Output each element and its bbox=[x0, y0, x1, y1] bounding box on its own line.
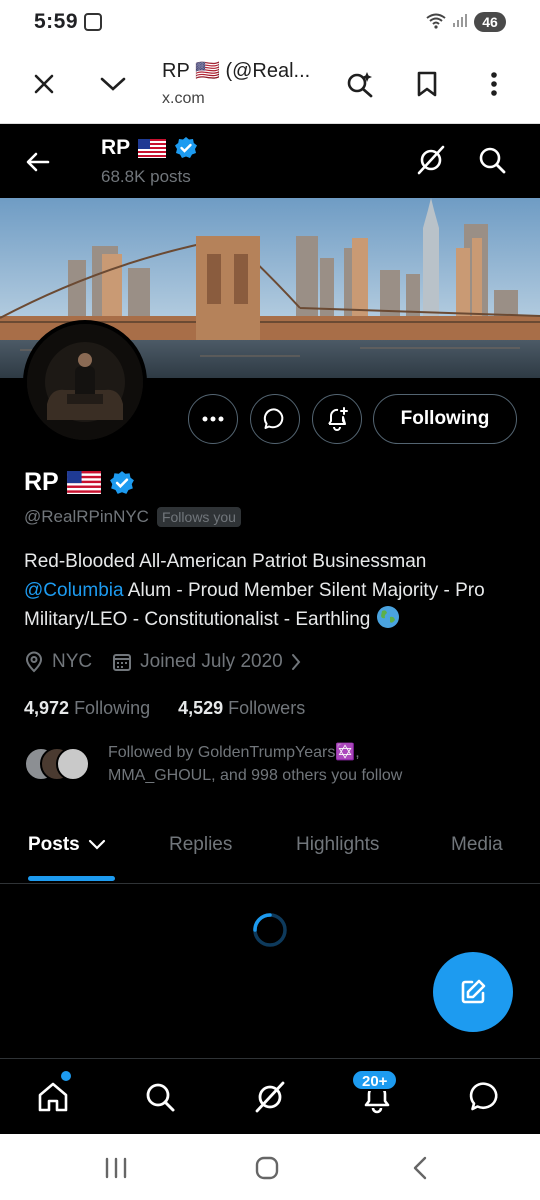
profile-name-text: RP bbox=[24, 468, 59, 496]
browser-page-title[interactable]: RP 🇺🇸 (@Real... bbox=[162, 58, 310, 83]
messages-icon[interactable] bbox=[466, 1077, 506, 1117]
more-horizontal-icon bbox=[202, 416, 224, 422]
location-item: NYC bbox=[24, 651, 92, 673]
status-bar: 5:59 46 bbox=[0, 0, 540, 46]
search-sparkle-icon[interactable] bbox=[340, 64, 380, 104]
followers-label: Followers bbox=[228, 698, 306, 718]
active-tab-indicator bbox=[28, 876, 115, 881]
chevron-down-icon bbox=[88, 839, 105, 850]
followed-by-line-2: MMA_GHOUL, and 998 others you follow bbox=[108, 767, 403, 784]
back-arrow-icon[interactable] bbox=[18, 142, 58, 182]
joined-text: Joined July 2020 bbox=[140, 651, 283, 672]
close-icon[interactable] bbox=[24, 64, 64, 104]
tab-media[interactable]: Media bbox=[451, 834, 503, 856]
message-button[interactable] bbox=[250, 394, 300, 444]
profile-tabs: Posts Replies Highlights Media bbox=[0, 824, 540, 884]
search-icon[interactable] bbox=[474, 142, 510, 178]
system-navigation-bar bbox=[0, 1134, 540, 1200]
compose-icon bbox=[461, 979, 486, 1004]
browser-toolbar: RP 🇺🇸 (@Real... x.com bbox=[0, 46, 540, 124]
home-button-icon[interactable] bbox=[249, 1150, 285, 1186]
tab-highlights[interactable]: Highlights bbox=[296, 834, 379, 856]
profile-handle: @RealRPinNYC bbox=[24, 507, 149, 526]
header-name-text: RP bbox=[101, 136, 131, 159]
more-vertical-icon[interactable] bbox=[474, 64, 514, 104]
us-flag-icon bbox=[66, 471, 101, 494]
profile-name: RP bbox=[24, 468, 135, 497]
tab-posts[interactable]: Posts bbox=[28, 834, 106, 856]
tab-replies[interactable]: Replies bbox=[169, 834, 232, 856]
profile-bio: Red-Blooded All-American Patriot Busines… bbox=[24, 548, 524, 635]
following-label: Following bbox=[74, 698, 151, 718]
profile-meta: NYC Joined July 2020 bbox=[24, 651, 321, 673]
profile-header-bar: RP 68.8K posts bbox=[0, 124, 540, 198]
bell-plus-icon bbox=[328, 407, 348, 431]
more-options-button[interactable] bbox=[188, 394, 238, 444]
followed-by-avatars bbox=[24, 747, 94, 781]
following-button[interactable]: Following bbox=[373, 394, 517, 444]
followed-by-text: Followed by GoldenTrumpYears✡️, MMA_GHOU… bbox=[108, 741, 402, 787]
header-name: RP bbox=[101, 136, 198, 160]
follow-counts: 4,972 Following 4,529 Followers bbox=[24, 698, 305, 719]
wifi-icon bbox=[426, 13, 446, 33]
chevron-down-icon[interactable] bbox=[93, 64, 133, 104]
notify-button[interactable] bbox=[312, 394, 362, 444]
bio-text-1: Red-Blooded All-American Patriot Busines… bbox=[24, 551, 427, 572]
grok-icon[interactable] bbox=[250, 1077, 290, 1117]
profile-avatar[interactable] bbox=[23, 320, 147, 444]
x-profile-page: RP 68.8K posts Following RP @RealRPinNYC… bbox=[0, 124, 540, 1134]
grok-icon[interactable] bbox=[413, 142, 449, 178]
calendar-icon bbox=[113, 654, 132, 671]
chat-bubble-icon bbox=[263, 408, 284, 429]
search-icon[interactable] bbox=[140, 1077, 180, 1117]
status-time: 5:59 bbox=[34, 10, 79, 33]
profile-handle-row: @RealRPinNYC Follows you bbox=[24, 507, 241, 527]
following-count-link[interactable]: 4,972 Following bbox=[24, 698, 150, 719]
followed-by-line-1: Followed by GoldenTrumpYears✡️, bbox=[108, 744, 360, 761]
us-flag-icon bbox=[138, 138, 167, 158]
bottom-navigation: 20+ bbox=[0, 1058, 540, 1134]
globe-emoji-icon bbox=[376, 606, 399, 628]
back-icon[interactable] bbox=[402, 1150, 438, 1186]
verified-badge-icon bbox=[175, 137, 198, 158]
signal-icon bbox=[452, 12, 468, 31]
joined-item[interactable]: Joined July 2020 bbox=[112, 651, 301, 673]
location-text: NYC bbox=[52, 651, 93, 672]
followers-count-link[interactable]: 4,529 Followers bbox=[178, 698, 305, 719]
verified-badge-icon[interactable] bbox=[109, 470, 135, 496]
home-unread-dot bbox=[61, 1071, 71, 1081]
notifications-badge: 20+ bbox=[351, 1069, 399, 1091]
battery-indicator: 46 bbox=[474, 12, 506, 32]
screenshot-icon bbox=[84, 13, 102, 31]
follows-you-badge: Follows you bbox=[156, 507, 241, 527]
tab-posts-label: Posts bbox=[28, 834, 80, 855]
following-count: 4,972 bbox=[24, 698, 70, 718]
followers-count: 4,529 bbox=[178, 698, 224, 718]
recent-apps-icon[interactable] bbox=[98, 1150, 134, 1186]
bookmark-icon[interactable] bbox=[407, 64, 447, 104]
header-posts-count: 68.8K posts bbox=[101, 167, 191, 186]
browser-url[interactable]: x.com bbox=[162, 90, 205, 108]
bio-mention-link[interactable]: @Columbia bbox=[24, 580, 124, 601]
home-icon[interactable] bbox=[33, 1077, 73, 1117]
chevron-right-icon bbox=[291, 654, 301, 670]
compose-post-button[interactable] bbox=[433, 952, 513, 1032]
location-pin-icon bbox=[25, 651, 43, 673]
followed-by-section[interactable]: Followed by GoldenTrumpYears✡️, MMA_GHOU… bbox=[24, 741, 524, 789]
loading-spinner-icon bbox=[252, 912, 288, 948]
avatar bbox=[56, 747, 90, 781]
